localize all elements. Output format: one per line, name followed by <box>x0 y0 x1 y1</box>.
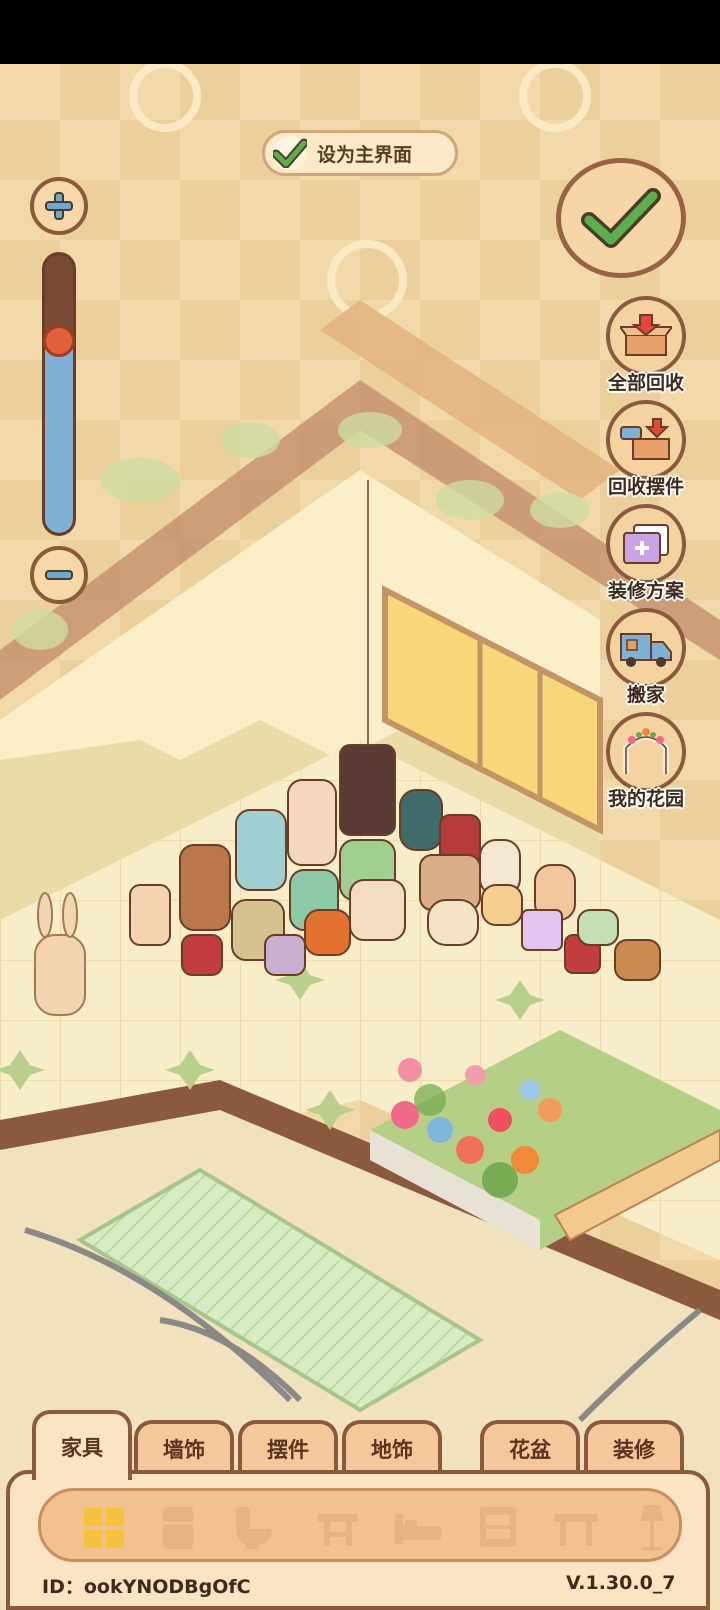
checkmark-icon <box>273 136 307 170</box>
decoration-plan-button[interactable]: 装修方案 <box>604 504 688 603</box>
table-icon[interactable] <box>549 1501 603 1555</box>
tab-ornaments[interactable]: 摆件 <box>238 1420 338 1474</box>
moving-truck-icon <box>620 633 672 667</box>
my-garden-button[interactable]: 我的花园 <box>604 712 688 811</box>
zoom-out-button[interactable] <box>30 546 88 604</box>
all-grid-icon[interactable] <box>77 1501 131 1555</box>
garden-arch-icon <box>623 728 669 774</box>
fridge-icon[interactable] <box>151 1501 205 1555</box>
version-label: V.1.30.0_7 <box>566 1572 676 1594</box>
category-bar <box>38 1488 682 1562</box>
toilet-icon[interactable] <box>227 1501 281 1555</box>
confirm-check-icon <box>581 188 661 248</box>
recycle-ornaments-icon <box>620 418 670 460</box>
tab-wall-decor[interactable]: 墙饰 <box>134 1420 234 1474</box>
moving-button[interactable]: 搬家 <box>604 608 688 707</box>
recycle-all-icon <box>620 314 672 356</box>
scene-art <box>0 64 720 1600</box>
stool-icon[interactable] <box>311 1501 365 1555</box>
recycle-all-button[interactable]: 全部回收 <box>604 296 688 395</box>
zoom-slider-track[interactable] <box>42 252 76 536</box>
recycle-ornaments-button[interactable]: 回收摆件 <box>604 400 688 499</box>
lamp-icon[interactable] <box>625 1501 679 1555</box>
set-home-toggle[interactable]: 设为主界面 <box>262 130 458 176</box>
status-bar <box>0 0 720 64</box>
zoom-in-button[interactable] <box>30 177 88 235</box>
decoration-plan-icon <box>623 524 669 564</box>
plus-icon <box>45 192 73 220</box>
set-home-label: 设为主界面 <box>317 143 413 166</box>
confirm-button[interactable] <box>556 158 686 278</box>
zoom-slider-handle[interactable] <box>43 324 75 357</box>
tab-flower-pots[interactable]: 花盆 <box>480 1420 580 1474</box>
tab-furniture[interactable]: 家具 <box>32 1410 132 1480</box>
tab-renovation[interactable]: 装修 <box>584 1420 684 1474</box>
bed-icon[interactable] <box>391 1501 445 1555</box>
minus-icon <box>45 570 73 580</box>
garden-room-scene[interactable] <box>0 64 720 1600</box>
player-id: ID：ookYNODBgOfC <box>42 1576 251 1598</box>
cabinet-icon[interactable] <box>471 1501 525 1555</box>
tab-floor-decor[interactable]: 地饰 <box>342 1420 442 1474</box>
zoom-slider-fill <box>45 343 73 533</box>
